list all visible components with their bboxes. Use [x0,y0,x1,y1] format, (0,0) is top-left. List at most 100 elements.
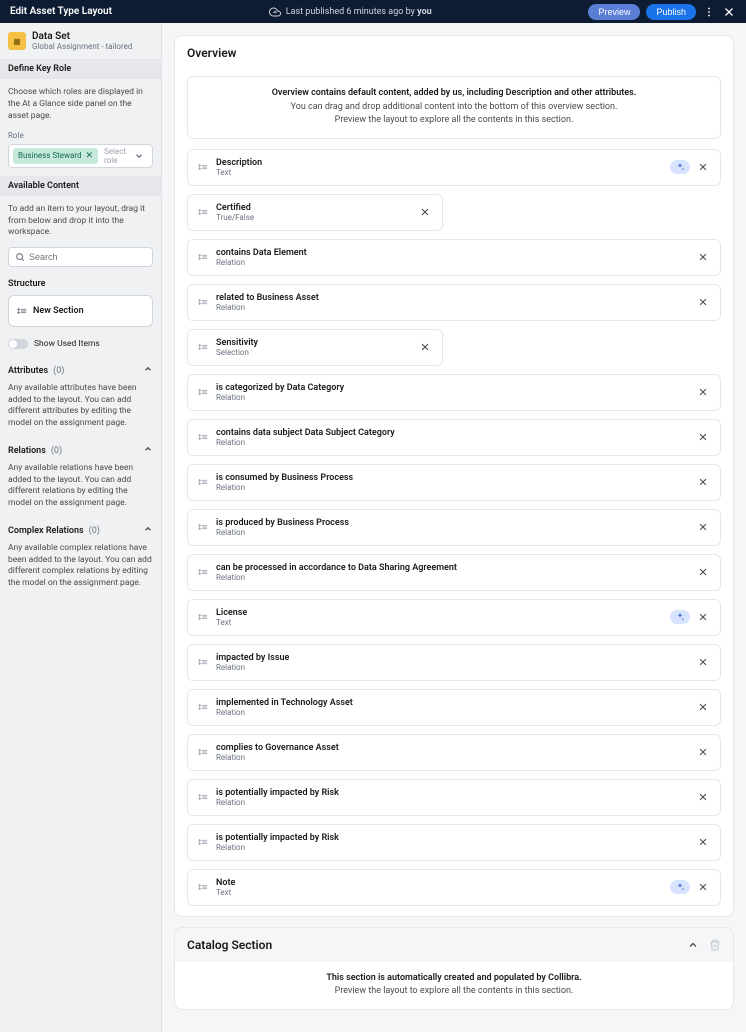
ai-sparkle-icon[interactable] [670,160,690,174]
remove-card-icon[interactable] [418,340,432,354]
drag-handle-icon[interactable] [198,882,208,892]
drag-handle-icon[interactable] [198,567,208,577]
remove-card-icon[interactable] [696,610,710,624]
card-title: Description [216,158,662,168]
remove-card-icon[interactable] [696,700,710,714]
card-type: Relation [216,708,688,717]
asset-scope: Global Assignment - tailored [32,42,132,51]
card-type: Relation [216,843,688,852]
chevron-up-icon [143,444,153,454]
card-type: Relation [216,258,688,267]
card-actions [696,295,710,309]
accordion-complex[interactable]: Complex Relations (0) [0,517,161,541]
card-title: is produced by Business Process [216,518,688,528]
content-card[interactable]: CertifiedTrue/False [187,194,443,231]
chevron-up-icon[interactable] [687,939,699,951]
card-actions [696,430,710,444]
remove-card-icon[interactable] [696,475,710,489]
search-input[interactable] [8,247,153,267]
content-card[interactable]: SensitivitySelection [187,329,443,366]
drag-handle-icon[interactable] [198,612,208,622]
publish-button[interactable]: Publish [646,4,696,20]
remove-card-icon[interactable] [418,205,432,219]
drag-handle-icon[interactable] [198,657,208,667]
drag-handle-icon[interactable] [198,387,208,397]
remove-card-icon[interactable] [696,790,710,804]
more-icon[interactable] [702,5,716,19]
remove-card-icon[interactable] [696,385,710,399]
remove-card-icon[interactable] [696,160,710,174]
card-title: complies to Governance Asset [216,743,688,753]
content-card[interactable]: is categorized by Data CategoryRelation [187,374,721,411]
drag-handle-icon[interactable] [198,522,208,532]
ai-sparkle-icon[interactable] [670,610,690,624]
drag-handle-icon[interactable] [17,306,27,316]
trash-icon[interactable] [709,939,721,951]
remove-card-icon[interactable] [696,655,710,669]
drag-handle-icon[interactable] [198,432,208,442]
drag-handle-icon[interactable] [198,297,208,307]
catalog-panel: Catalog Section This section is automati… [174,927,734,1010]
drag-handle-icon[interactable] [198,837,208,847]
drag-handle-icon[interactable] [198,342,208,352]
content-card[interactable]: contains Data ElementRelation [187,239,721,276]
preview-button[interactable]: Preview [588,4,640,20]
publish-status: Last published 6 minutes ago by you [269,6,432,18]
new-section-card[interactable]: New Section [8,295,153,327]
content-card[interactable]: NoteText [187,869,721,906]
content-card[interactable]: related to Business AssetRelation [187,284,721,321]
card-type: Selection [216,348,410,357]
card-actions [418,205,432,219]
role-chip-remove-icon[interactable]: ✕ [86,151,94,161]
show-used-toggle[interactable]: Show Used Items [0,331,161,357]
content-card[interactable]: complies to Governance AssetRelation [187,734,721,771]
card-meta: is categorized by Data CategoryRelation [216,383,688,402]
remove-card-icon[interactable] [696,565,710,579]
drag-handle-icon[interactable] [198,162,208,172]
toggle-icon [8,339,28,349]
role-select[interactable]: Business Steward ✕ Select role [8,144,153,168]
remove-card-icon[interactable] [696,835,710,849]
card-meta: contains Data ElementRelation [216,248,688,267]
content-card[interactable]: is potentially impacted by RiskRelation [187,824,721,861]
card-meta: DescriptionText [216,158,662,177]
content-card[interactable]: can be processed in accordance to Data S… [187,554,721,591]
accordion-attributes[interactable]: Attributes (0) [0,357,161,381]
accordion-relations[interactable]: Relations (0) [0,437,161,461]
content-card[interactable]: LicenseText [187,599,721,636]
content-card[interactable]: implemented in Technology AssetRelation [187,689,721,726]
drag-handle-icon[interactable] [198,747,208,757]
card-meta: is produced by Business ProcessRelation [216,518,688,537]
content-card[interactable]: is produced by Business ProcessRelation [187,509,721,546]
chevron-up-icon [143,524,153,534]
card-title: implemented in Technology Asset [216,698,688,708]
card-actions [696,835,710,849]
content-card[interactable]: is consumed by Business ProcessRelation [187,464,721,501]
card-type: Text [216,888,662,897]
remove-card-icon[interactable] [696,430,710,444]
card-title: impacted by Issue [216,653,688,663]
content-card[interactable]: contains data subject Data Subject Categ… [187,419,721,456]
ai-sparkle-icon[interactable] [670,880,690,894]
remove-card-icon[interactable] [696,520,710,534]
card-actions [696,655,710,669]
remove-card-icon[interactable] [696,880,710,894]
card-title: contains data subject Data Subject Categ… [216,428,688,438]
remove-card-icon[interactable] [696,745,710,759]
drag-handle-icon[interactable] [198,252,208,262]
remove-card-icon[interactable] [696,250,710,264]
drag-handle-icon[interactable] [198,702,208,712]
close-icon[interactable] [722,5,736,19]
card-type: Text [216,168,662,177]
content-card[interactable]: impacted by IssueRelation [187,644,721,681]
remove-card-icon[interactable] [696,295,710,309]
card-meta: is potentially impacted by RiskRelation [216,833,688,852]
drag-handle-icon[interactable] [198,477,208,487]
chevron-down-icon[interactable] [134,151,148,161]
card-type: Text [216,618,662,627]
drag-handle-icon[interactable] [198,792,208,802]
content-card[interactable]: is potentially impacted by RiskRelation [187,779,721,816]
drag-handle-icon[interactable] [198,207,208,217]
card-actions [670,610,710,624]
content-card[interactable]: DescriptionText [187,149,721,186]
